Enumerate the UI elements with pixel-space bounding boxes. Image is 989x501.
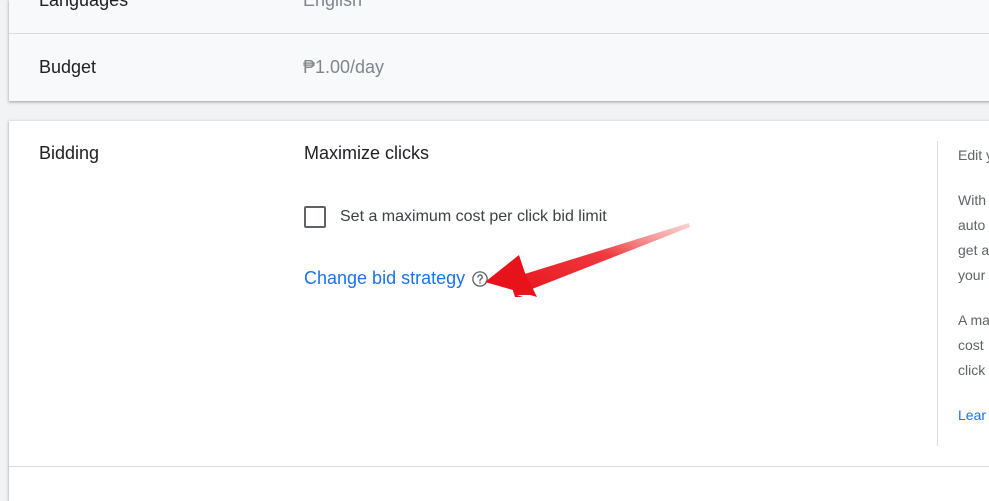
max-cpc-checkbox-row[interactable]: Set a maximum cost per click bid limit (304, 205, 607, 229)
side-panel-divider (937, 141, 938, 446)
help-side-panel: Edit y With auto get a your A ma cost cl… (958, 143, 989, 428)
learn-more-link[interactable]: Lear (958, 403, 989, 428)
bidding-label: Bidding (39, 143, 100, 163)
side-panel-line: get a (958, 242, 989, 258)
bid-strategy-name: Maximize clicks (304, 143, 430, 163)
side-panel-line: cost (958, 337, 984, 353)
languages-label: Languages (39, 0, 129, 10)
budget-row[interactable]: Budget ₱1.00/day (9, 34, 989, 100)
change-bid-strategy-link[interactable]: Change bid strategy (304, 268, 489, 289)
change-bid-strategy-label[interactable]: Change bid strategy (304, 268, 465, 289)
side-panel-line: auto (958, 217, 986, 233)
help-icon[interactable] (471, 270, 489, 288)
side-panel-line: A ma (958, 312, 989, 328)
side-panel-line: click (958, 362, 986, 378)
max-cpc-checkbox[interactable] (304, 206, 326, 228)
max-cpc-checkbox-label[interactable]: Set a maximum cost per click bid limit (340, 208, 607, 226)
languages-row[interactable]: Languages English (9, 0, 989, 34)
side-panel-heading: Edit y (958, 147, 989, 163)
side-panel-line: With (958, 192, 986, 208)
budget-label: Budget (39, 57, 97, 77)
bidding-card: Bidding Maximize clicks Set a maximum co… (9, 121, 989, 501)
budget-value: ₱1.00/day (303, 57, 385, 77)
campaign-summary-card: Languages English Budget ₱1.00/day (9, 0, 989, 101)
section-divider (9, 466, 989, 467)
side-panel-line: your (958, 267, 986, 283)
languages-value: English (303, 0, 363, 10)
